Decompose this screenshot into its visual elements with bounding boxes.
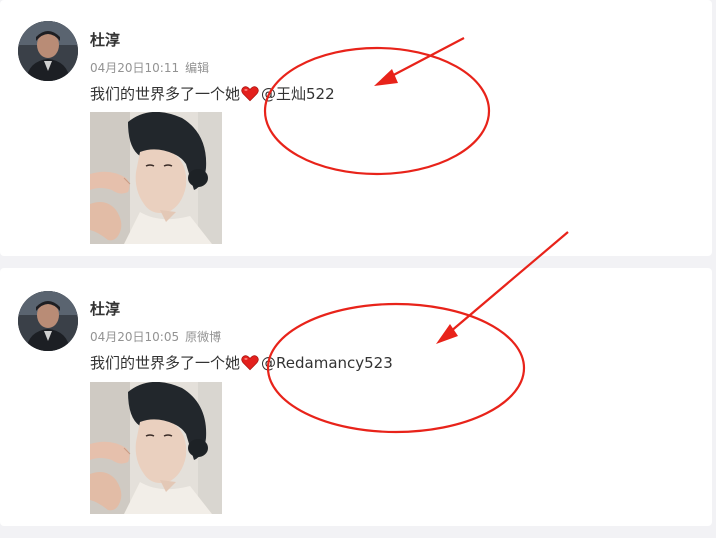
avatar[interactable] [18,291,78,351]
post-source[interactable]: 原微博 [185,330,221,344]
mention-link[interactable]: @王灿522 [261,83,335,104]
post-text: 我们的世界多了一个她 @Redamancy523 [90,352,393,373]
post-photo[interactable] [90,382,222,514]
weibo-feed: 杜淳 04月20日10:11 编辑 我们的世界多了一个她 @王灿522 杜淳 0… [0,0,716,538]
post-body-text: 我们的世界多了一个她 [90,354,241,372]
author-name[interactable]: 杜淳 [90,29,120,50]
post-meta: 04月20日10:05 原微博 [90,328,221,345]
post-source[interactable]: 编辑 [185,61,209,75]
post-body-text: 我们的世界多了一个她 [90,85,241,103]
mention-link[interactable]: @Redamancy523 [261,354,393,372]
post-time[interactable]: 04月20日10:05 [90,330,179,344]
post-meta: 04月20日10:11 编辑 [90,59,209,76]
heart-emoji-icon [241,355,259,371]
post-card: 杜淳 04月20日10:05 原微博 我们的世界多了一个她 @Redamancy5… [0,268,712,526]
post-time[interactable]: 04月20日10:11 [90,61,179,75]
post-photo[interactable] [90,112,222,244]
post-text: 我们的世界多了一个她 @王灿522 [90,83,335,104]
avatar[interactable] [18,21,78,81]
heart-emoji-icon [241,86,259,102]
post-card: 杜淳 04月20日10:11 编辑 我们的世界多了一个她 @王灿522 [0,0,712,256]
author-name[interactable]: 杜淳 [90,298,120,319]
